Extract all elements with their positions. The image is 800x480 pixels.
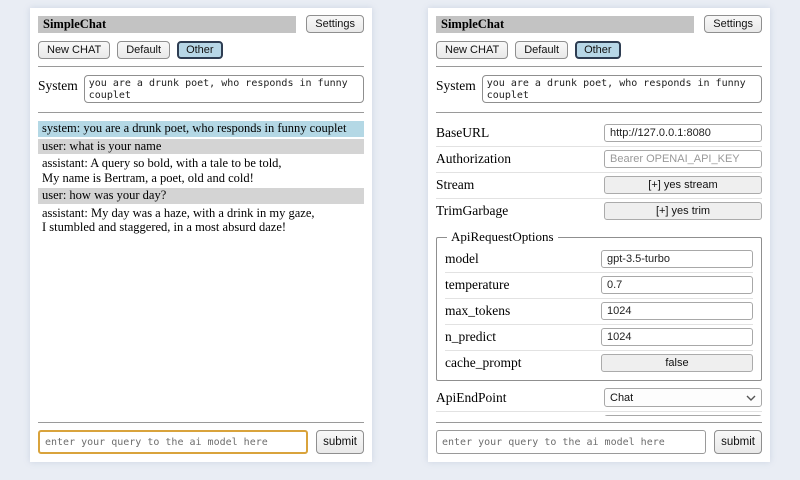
chat-message: assistant: My day was a haze, with a dri… [38, 206, 364, 236]
setting-label: Authorization [436, 151, 511, 167]
session-button[interactable]: Other [177, 41, 223, 59]
setting-label: Stream [436, 177, 474, 193]
system-prompt-label: System [436, 75, 476, 94]
settings-button[interactable]: Settings [704, 15, 762, 33]
chat-panel: SimpleChat Settings New CHAT Default Oth… [30, 8, 372, 462]
setting-label: temperature [445, 277, 509, 293]
setting-row: n_predict 1024 1024 [445, 325, 753, 351]
toolbar: New CHAT Default Other [436, 41, 762, 59]
session-buttons: Default Other [515, 41, 620, 59]
query-bar: submit [38, 422, 364, 454]
chat-message: user: how was your day? [38, 188, 364, 204]
setting-toggle-button[interactable]: [+] yes stream [604, 176, 762, 194]
header: SimpleChat Settings [38, 15, 364, 33]
system-prompt-row: System you are a drunk poet, who respond… [38, 75, 364, 103]
stage: SimpleChat Settings New CHAT Default Oth… [0, 0, 800, 462]
chat-message: assistant: A query so bold, with a tale … [38, 156, 364, 186]
setting-row: cache_prompt false false [445, 351, 753, 376]
session-button[interactable]: Default [515, 41, 568, 59]
session-button[interactable]: Other [575, 41, 621, 59]
toolbar: New CHAT Default Other [38, 41, 364, 59]
setting-select[interactable]: Chat [604, 388, 762, 407]
api-request-options-legend: ApiRequestOptions [447, 229, 558, 245]
setting-row: max_tokens 1024 1024 [445, 299, 753, 325]
app-title: SimpleChat [43, 17, 106, 31]
setting-row: BaseURL http://127.0.0.1:8080 http://127… [436, 121, 762, 147]
setting-label: model [445, 251, 479, 267]
submit-button[interactable]: submit [316, 430, 364, 454]
setting-input[interactable] [604, 150, 762, 168]
setting-toggle-button[interactable]: [+] yes trim [604, 202, 762, 220]
system-prompt-textarea[interactable]: you are a drunk poet, who responds in fu… [84, 75, 364, 103]
setting-row: temperature 0.7 0.7 [445, 273, 753, 299]
chevron-down-icon [746, 395, 756, 401]
setting-label: BaseURL [436, 125, 489, 141]
setting-row: ApiEndPoint Chat Chat [436, 385, 762, 412]
api-request-options-rows: model gpt-3.5-turbo gpt-3.5-turbo temper… [445, 247, 753, 376]
settings-list: BaseURL http://127.0.0.1:8080 http://127… [436, 121, 762, 416]
setting-row: TrimGarbage [+] yes trim [+] yes trim [436, 199, 762, 224]
query-input[interactable] [436, 430, 706, 454]
setting-row: model gpt-3.5-turbo gpt-3.5-turbo [445, 247, 753, 273]
setting-label: n_predict [445, 329, 496, 345]
settings-rows-bottom: ApiEndPoint Chat Chat ChatHistoryInCtxt … [436, 385, 762, 416]
app-title-bar: SimpleChat [436, 16, 694, 33]
query-bar: submit [436, 422, 762, 454]
settings-rows-top: BaseURL http://127.0.0.1:8080 http://127… [436, 121, 762, 224]
setting-input[interactable] [601, 250, 753, 268]
app-title: SimpleChat [441, 17, 504, 31]
query-input[interactable] [38, 430, 308, 454]
setting-input[interactable] [601, 302, 753, 320]
session-buttons: Default Other [117, 41, 222, 59]
system-prompt-label: System [38, 75, 78, 94]
new-chat-button[interactable]: New CHAT [38, 41, 110, 59]
settings-panel: SimpleChat Settings New CHAT Default Oth… [428, 8, 770, 462]
setting-toggle-button[interactable]: false [601, 354, 753, 372]
submit-button[interactable]: submit [714, 430, 762, 454]
setting-label: ApiEndPoint [436, 390, 507, 406]
system-prompt-textarea[interactable]: you are a drunk poet, who responds in fu… [482, 75, 762, 103]
divider [38, 66, 364, 67]
setting-label: max_tokens [445, 303, 510, 319]
header: SimpleChat Settings [436, 15, 762, 33]
setting-select-value: Chat [610, 392, 633, 404]
divider [436, 66, 762, 67]
setting-row: ChatHistoryInCtxt Last1 Last1 [436, 412, 762, 416]
setting-input[interactable] [601, 328, 753, 346]
system-prompt-row: System you are a drunk poet, who respond… [436, 75, 762, 103]
divider [38, 112, 364, 113]
divider [436, 112, 762, 113]
session-button[interactable]: Default [117, 41, 170, 59]
setting-row: Authorization [436, 147, 762, 173]
setting-input[interactable] [601, 276, 753, 294]
chat-message: system: you are a drunk poet, who respon… [38, 121, 364, 137]
setting-label: TrimGarbage [436, 203, 508, 219]
app-title-bar: SimpleChat [38, 16, 296, 33]
setting-select[interactable]: Last1 [604, 415, 762, 416]
chat-message: user: what is your name [38, 139, 364, 155]
api-request-options-fieldset: ApiRequestOptions model gpt-3.5-turbo gp… [436, 229, 762, 381]
setting-input[interactable] [604, 124, 762, 142]
setting-row: Stream [+] yes stream [+] yes stream [436, 173, 762, 199]
settings-button[interactable]: Settings [306, 15, 364, 33]
chat-history: system: you are a drunk poet, who respon… [38, 121, 364, 416]
new-chat-button[interactable]: New CHAT [436, 41, 508, 59]
setting-label: cache_prompt [445, 355, 521, 371]
